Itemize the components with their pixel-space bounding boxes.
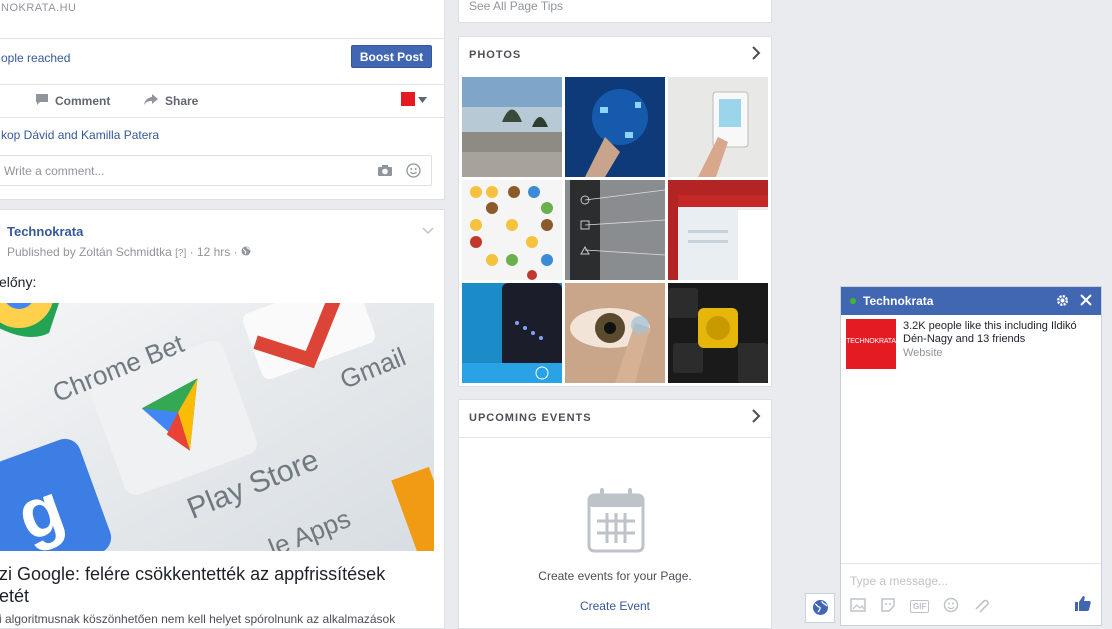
like-thumb-icon[interactable] [1074, 594, 1092, 615]
chat-window: Technokrata TECHNOKRATA 3.2K people like… [840, 286, 1102, 626]
divider [0, 117, 444, 118]
boost-post-button[interactable]: Boost Post [351, 45, 432, 68]
emoji-icon[interactable] [406, 163, 421, 181]
events-empty-text: Create events for your Page. [538, 569, 692, 583]
post-meta: Published by Zoltán Schmidtka [?] · 12 h… [7, 245, 251, 259]
comment-label: Comment [55, 94, 111, 108]
share-button[interactable]: Share [143, 93, 198, 109]
published-by: Published by Zoltán Schmidtka [7, 245, 172, 259]
chat-title[interactable]: Technokrata [863, 294, 933, 308]
link-title-line-1: zi Google: felére csökkentették az appfr… [0, 564, 386, 584]
divider [0, 38, 444, 39]
sticker-icon[interactable] [880, 597, 896, 616]
page-category: Website [903, 347, 943, 359]
photos-card: PHOTOS [458, 36, 772, 387]
gif-icon[interactable]: GIF [910, 600, 930, 613]
online-status-dot [850, 298, 856, 304]
link-domain: NOKRATA.HU [1, 2, 77, 14]
share-icon [143, 93, 159, 109]
previous-post-card: NOKRATA.HU ople reached Boost Post Comme… [0, 0, 445, 200]
share-label: Share [165, 94, 199, 108]
photo-icon[interactable] [850, 598, 866, 615]
page-likes-text: 3.2K people like this including Ildikó D… [903, 320, 1077, 345]
photo-thumbnail[interactable] [565, 283, 665, 383]
chevron-right-icon[interactable] [751, 408, 761, 427]
camera-icon[interactable] [377, 164, 393, 180]
link-title[interactable]: zi Google: felére csökkentették az appfr… [0, 563, 385, 607]
photo-thumbnail[interactable] [462, 180, 562, 280]
link-description: i algoritmusnak köszönhetően nem kell he… [0, 612, 396, 626]
see-all-tips-link[interactable]: See All Page Tips [469, 0, 563, 13]
upcoming-events-card: UPCOMING EVENTS Create events for your P… [458, 399, 772, 629]
page-avatar-icon [401, 92, 415, 106]
post-body-text: előny: [0, 274, 37, 290]
photo-thumbnail[interactable] [565, 77, 665, 177]
help-mark[interactable]: [?] [175, 248, 186, 259]
composer-toolbar: GIF [850, 597, 991, 616]
emoji-icon[interactable] [943, 597, 959, 616]
comment-button[interactable]: Comment [35, 93, 110, 109]
post-options-chevron-icon[interactable] [422, 224, 434, 238]
post-time[interactable]: 12 hrs [197, 245, 230, 259]
globe-icon [812, 599, 829, 619]
divider [841, 563, 1101, 564]
create-event-link[interactable]: Create Event [459, 599, 771, 613]
page-tips-card: See All Page Tips [458, 0, 772, 23]
chat-header[interactable]: Technokrata [841, 287, 1101, 315]
comment-placeholder: Write a comment... [4, 164, 105, 178]
page-logo[interactable]: TECHNOKRATA [846, 319, 896, 369]
gear-icon[interactable] [1056, 294, 1069, 310]
attachment-icon[interactable] [973, 597, 991, 616]
photos-title[interactable]: PHOTOS [469, 49, 521, 61]
events-title[interactable]: UPCOMING EVENTS [469, 412, 592, 424]
link-preview-image[interactable]: g Chrome Bet Gmail Play Store le Apps [0, 303, 434, 551]
comment-icon [35, 93, 49, 109]
post-page-name[interactable]: Technokrata [7, 224, 83, 239]
likers-list[interactable]: kop Dávid and Kamilla Patera [1, 128, 444, 142]
close-icon[interactable] [1080, 294, 1092, 309]
calendar-icon [587, 487, 645, 556]
photo-thumbnail[interactable] [565, 180, 665, 280]
photo-thumbnail[interactable] [668, 77, 768, 177]
comment-input[interactable]: Write a comment... [0, 155, 432, 186]
chevron-down-icon [418, 92, 427, 106]
post-card: Technokrata Published by Zoltán Schmidtk… [0, 209, 445, 629]
page-logo-text: TECHNOKRATA [846, 338, 896, 345]
photo-thumbnail[interactable] [462, 77, 562, 177]
photo-thumbnail[interactable] [462, 283, 562, 383]
language-button[interactable] [805, 593, 835, 623]
reaction-selector[interactable] [401, 92, 427, 106]
photo-thumbnail[interactable] [668, 283, 768, 383]
message-input[interactable]: Type a message... [850, 574, 948, 588]
link-title-line-2: etét [0, 586, 30, 606]
photo-thumbnail[interactable] [668, 180, 768, 280]
globe-icon [241, 245, 251, 259]
divider [459, 437, 771, 438]
chevron-right-icon[interactable] [751, 45, 761, 64]
divider [0, 84, 444, 85]
